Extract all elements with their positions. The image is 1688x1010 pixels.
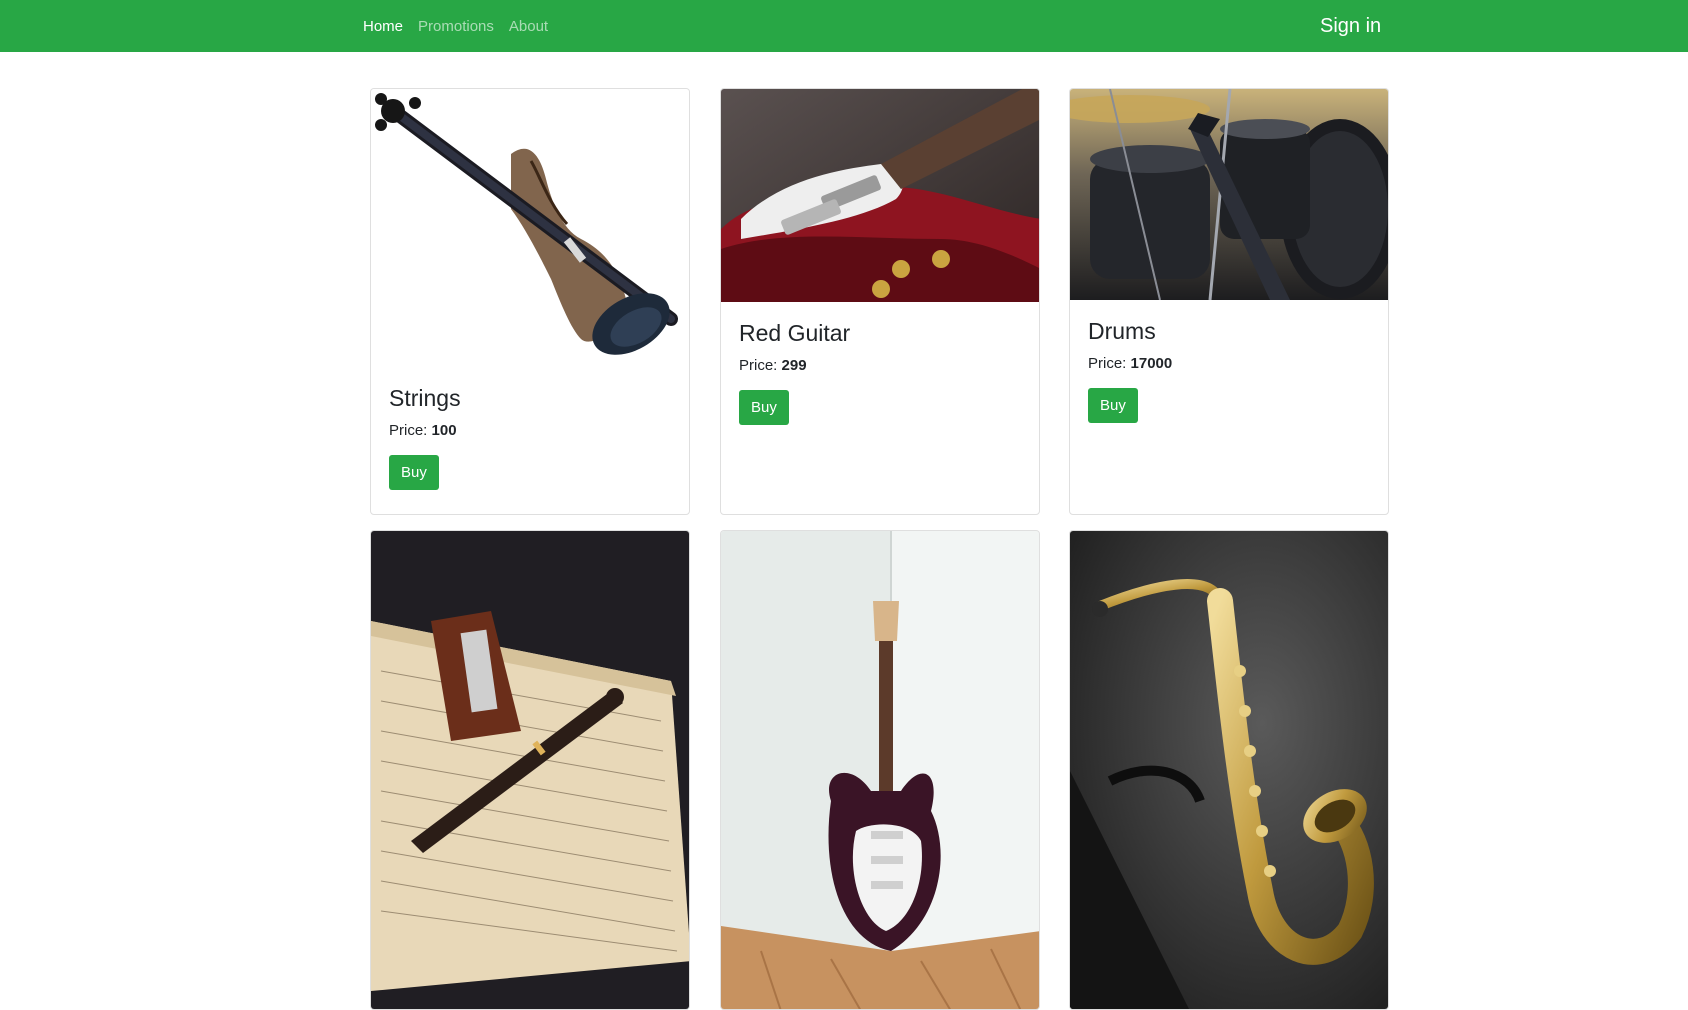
nav-about-link[interactable]: About (509, 18, 548, 35)
top-navbar: Home Promotions About Sign in (0, 0, 1688, 52)
product-image-violin (371, 89, 689, 367)
product-price: Price: 299 (739, 357, 1021, 374)
product-image-red-guitar (721, 89, 1039, 302)
product-card-saxophone (1069, 530, 1389, 1010)
price-value: 100 (431, 422, 457, 439)
price-label: Price: (739, 357, 778, 374)
card-body: Strings Price: 100 Buy (371, 367, 689, 508)
price-value: 17000 (1130, 355, 1173, 372)
product-image-saxophone (1070, 531, 1388, 1009)
card-body: Drums Price: 17000 Buy (1070, 300, 1388, 441)
product-image-drums (1070, 89, 1388, 300)
product-card-strings: Strings Price: 100 Buy (370, 88, 690, 515)
product-card-recorder (370, 530, 690, 1010)
price-label: Price: (1088, 355, 1127, 372)
price-label: Price: (389, 422, 428, 439)
buy-button[interactable]: Buy (389, 455, 439, 490)
sign-in-link[interactable]: Sign in (1320, 0, 1381, 52)
card-body: Red Guitar Price: 299 Buy (721, 302, 1039, 443)
price-value: 299 (781, 357, 807, 374)
product-image-electric-guitar (721, 531, 1039, 1009)
nav-promotions-link[interactable]: Promotions (418, 18, 494, 35)
buy-button[interactable]: Buy (1088, 388, 1138, 423)
buy-button[interactable]: Buy (739, 390, 789, 425)
product-price: Price: 100 (389, 422, 671, 439)
product-title: Red Guitar (739, 320, 851, 346)
product-card-drums: Drums Price: 17000 Buy (1069, 88, 1389, 515)
product-image-recorder (371, 531, 689, 1009)
product-card-red-guitar: Red Guitar Price: 299 Buy (720, 88, 1040, 515)
nav-links: Home Promotions About (363, 0, 548, 52)
product-title: Strings (389, 385, 461, 411)
nav-home-link[interactable]: Home (363, 18, 403, 35)
product-card-electric-guitar (720, 530, 1040, 1010)
product-title: Drums (1088, 318, 1156, 344)
product-price: Price: 17000 (1088, 355, 1370, 372)
